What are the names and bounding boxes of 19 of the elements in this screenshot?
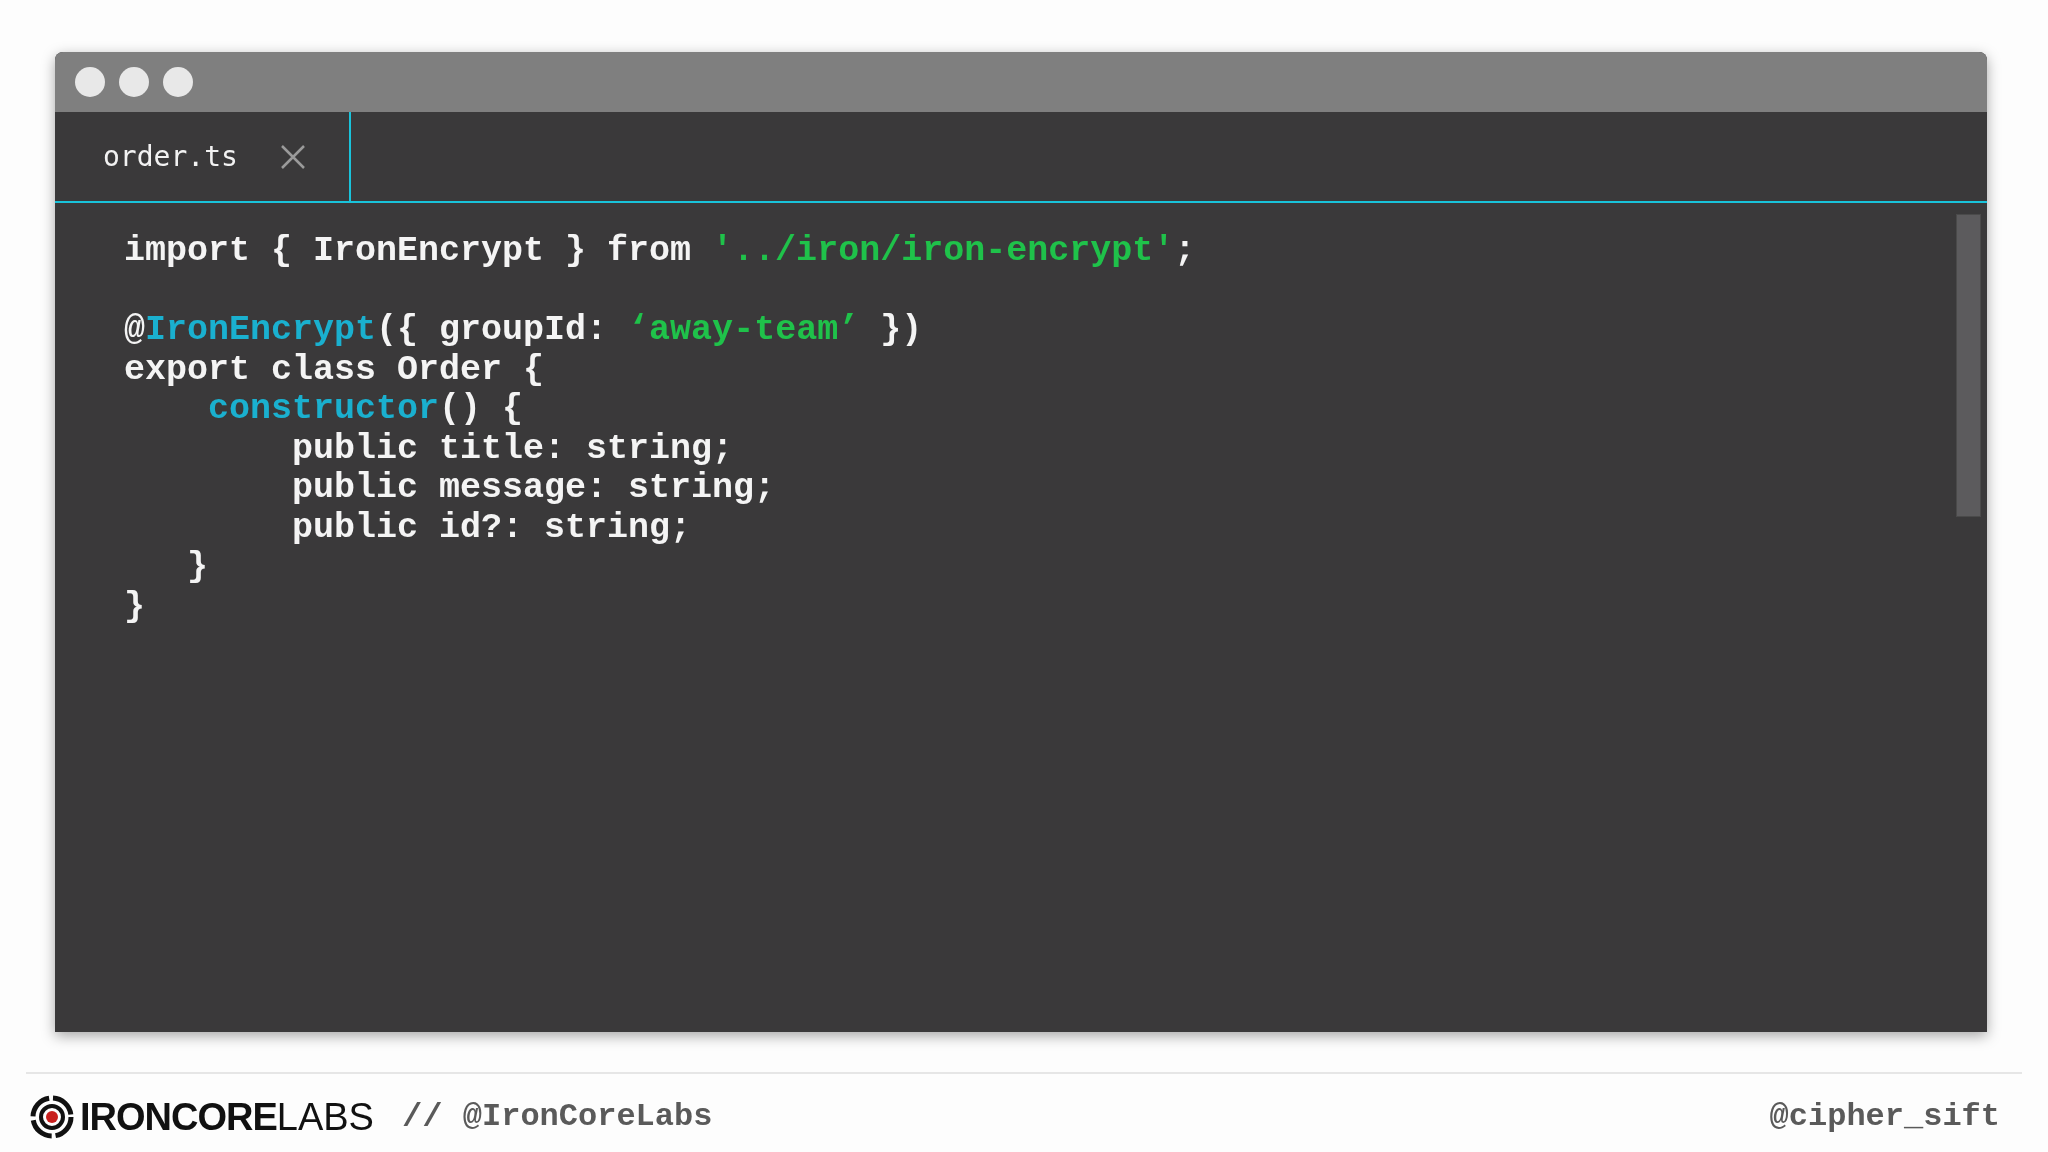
scrollbar-thumb[interactable] — [1956, 214, 1981, 517]
code-line: export class Order { — [124, 350, 545, 390]
code-line: @IronEncrypt({ groupId: ‘away-team’ }) — [124, 311, 923, 351]
code-line: public message: string; — [291, 469, 776, 509]
code-line: import { IronEncrypt } from '../iron/iron-encrypt'; — [124, 232, 1196, 272]
logo-icon — [30, 1095, 74, 1139]
brand-suffix: LABS — [276, 1094, 374, 1140]
code-line: public title: string; — [291, 429, 734, 469]
brand-name: IRONCORE — [80, 1094, 277, 1140]
code-line: constructor() { — [208, 390, 524, 430]
author-handle: @cipher_sift — [1769, 1097, 2000, 1137]
separator-text: // — [401, 1096, 443, 1138]
code-line: public id?: string; — [291, 508, 692, 548]
code-line: } — [124, 587, 145, 627]
file-tab[interactable]: order.ts — [55, 112, 351, 201]
social-handle: @IronCoreLabs — [462, 1097, 713, 1137]
code-line: } — [186, 548, 208, 588]
tab-label: order.ts — [103, 138, 238, 175]
close-icon[interactable] — [279, 143, 306, 170]
